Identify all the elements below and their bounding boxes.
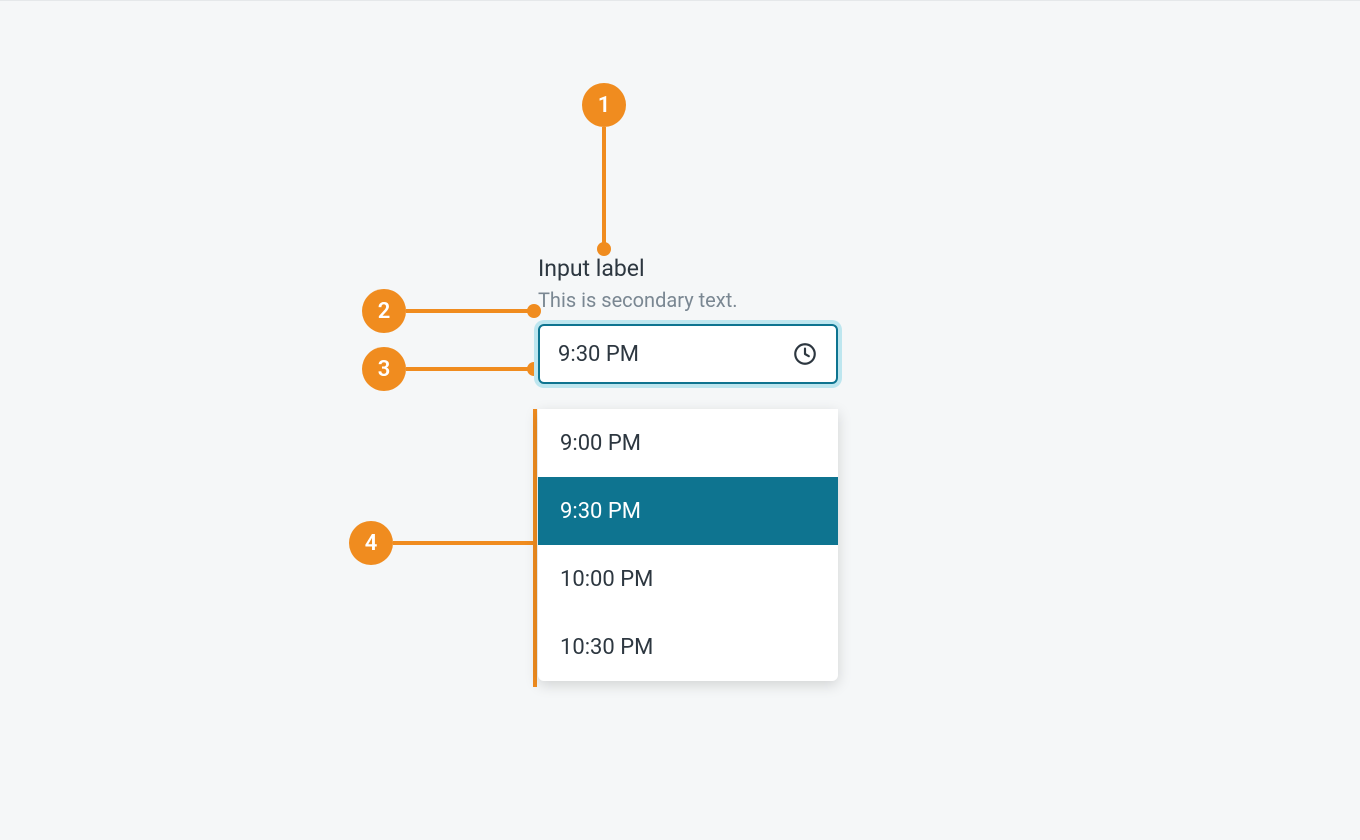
input-help-text: This is secondary text. — [538, 288, 838, 312]
time-option-label: 10:30 PM — [560, 635, 653, 660]
diagram-canvas: 1 2 3 4 Input label This is secondary te… — [0, 0, 1360, 840]
time-option-selected[interactable]: 9:30 PM — [538, 477, 838, 545]
annotation-badge-2-number: 2 — [378, 299, 391, 324]
annotation-badge-1-number: 1 — [598, 93, 611, 118]
annotation-leader-2 — [406, 309, 532, 313]
annotation-badge-4: 4 — [349, 521, 393, 565]
annotation-dot-1 — [597, 242, 611, 256]
time-picker-field: Input label This is secondary text. 9:30… — [538, 255, 838, 384]
annotation-leader-1 — [602, 127, 606, 247]
annotation-badge-3: 3 — [362, 347, 406, 391]
annotation-badge-4-number: 4 — [365, 531, 378, 556]
time-dropdown-menu: 9:00 PM 9:30 PM 10:00 PM 10:30 PM — [538, 409, 838, 681]
input-label: Input label — [538, 255, 838, 282]
time-option[interactable]: 10:30 PM — [538, 613, 838, 681]
time-option[interactable]: 9:00 PM — [538, 409, 838, 477]
time-option[interactable]: 10:00 PM — [538, 545, 838, 613]
annotation-badge-3-number: 3 — [378, 357, 391, 382]
time-option-label: 9:30 PM — [560, 499, 641, 524]
time-option-label: 9:00 PM — [560, 431, 641, 456]
annotation-leader-4-vertical — [533, 409, 537, 687]
annotation-badge-1: 1 — [582, 83, 626, 127]
time-input[interactable]: 9:30 PM — [538, 324, 838, 384]
annotation-leader-3 — [406, 367, 532, 371]
time-input-value: 9:30 PM — [558, 342, 792, 367]
clock-icon — [792, 341, 818, 367]
time-option-label: 10:00 PM — [560, 567, 653, 592]
annotation-badge-2: 2 — [362, 289, 406, 333]
annotation-leader-4 — [393, 541, 533, 545]
